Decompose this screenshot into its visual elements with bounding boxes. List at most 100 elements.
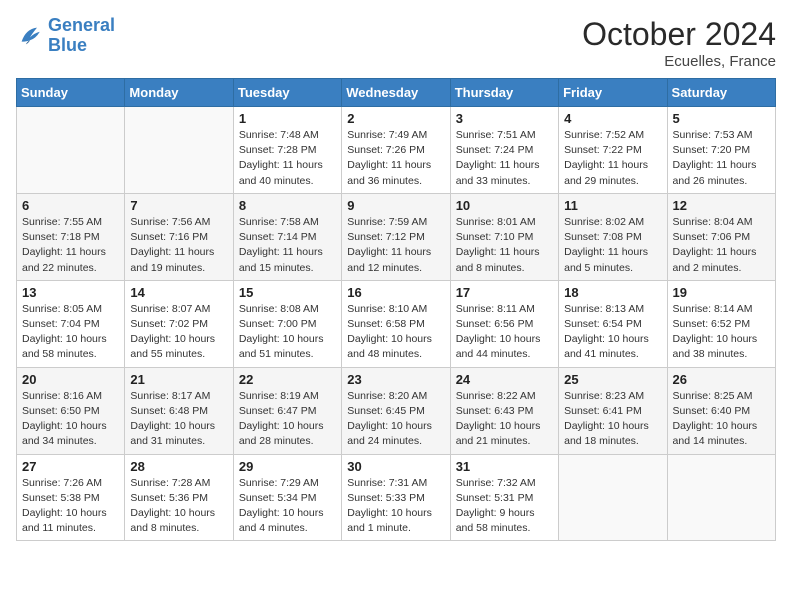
weekday-header-tuesday: Tuesday xyxy=(233,79,341,107)
week-row-2: 6 Sunrise: 7:55 AM Sunset: 7:18 PM Daylig… xyxy=(17,193,776,280)
day-info: Sunrise: 8:14 AM Sunset: 6:52 PM Dayligh… xyxy=(673,302,770,363)
day-info: Sunrise: 7:26 AM Sunset: 5:38 PM Dayligh… xyxy=(22,476,119,537)
calendar-cell xyxy=(667,454,775,541)
calendar-cell: 6 Sunrise: 7:55 AM Sunset: 7:18 PM Daylig… xyxy=(17,193,125,280)
calendar-cell: 26 Sunrise: 8:25 AM Sunset: 6:40 PM Dayli… xyxy=(667,367,775,454)
calendar-cell: 2 Sunrise: 7:49 AM Sunset: 7:26 PM Daylig… xyxy=(342,107,450,194)
day-info: Sunrise: 7:55 AM Sunset: 7:18 PM Dayligh… xyxy=(22,215,119,276)
day-number: 22 xyxy=(239,372,336,387)
day-info: Sunrise: 8:17 AM Sunset: 6:48 PM Dayligh… xyxy=(130,389,227,450)
day-info: Sunrise: 8:05 AM Sunset: 7:04 PM Dayligh… xyxy=(22,302,119,363)
day-number: 31 xyxy=(456,459,553,474)
weekday-header-saturday: Saturday xyxy=(667,79,775,107)
calendar-cell: 15 Sunrise: 8:08 AM Sunset: 7:00 PM Dayli… xyxy=(233,280,341,367)
calendar-cell: 13 Sunrise: 8:05 AM Sunset: 7:04 PM Dayli… xyxy=(17,280,125,367)
calendar-cell xyxy=(125,107,233,194)
day-number: 12 xyxy=(673,198,770,213)
day-info: Sunrise: 8:01 AM Sunset: 7:10 PM Dayligh… xyxy=(456,215,553,276)
day-number: 7 xyxy=(130,198,227,213)
day-number: 19 xyxy=(673,285,770,300)
calendar-cell: 31 Sunrise: 7:32 AM Sunset: 5:31 PM Dayli… xyxy=(450,454,558,541)
day-info: Sunrise: 8:16 AM Sunset: 6:50 PM Dayligh… xyxy=(22,389,119,450)
day-number: 13 xyxy=(22,285,119,300)
calendar-cell: 14 Sunrise: 8:07 AM Sunset: 7:02 PM Dayli… xyxy=(125,280,233,367)
weekday-header-sunday: Sunday xyxy=(17,79,125,107)
logo-icon xyxy=(16,22,44,50)
day-number: 2 xyxy=(347,111,444,126)
calendar-cell: 3Sunrise: 7:51 AM Sunset: 7:24 PM Daylig… xyxy=(450,107,558,194)
day-number: 21 xyxy=(130,372,227,387)
day-number: 15 xyxy=(239,285,336,300)
day-number: 9 xyxy=(347,198,444,213)
day-number: 24 xyxy=(456,372,553,387)
calendar-cell: 25 Sunrise: 8:23 AM Sunset: 6:41 PM Dayli… xyxy=(559,367,667,454)
calendar-cell: 28 Sunrise: 7:28 AM Sunset: 5:36 PM Dayli… xyxy=(125,454,233,541)
day-info: Sunrise: 7:51 AM Sunset: 7:24 PM Dayligh… xyxy=(456,128,553,189)
title-area: October 2024 Ecuelles, France xyxy=(582,16,776,70)
calendar-cell: 1 Sunrise: 7:48 AM Sunset: 7:28 PM Daylig… xyxy=(233,107,341,194)
day-info: Sunrise: 8:02 AM Sunset: 7:08 PM Dayligh… xyxy=(564,215,661,276)
day-info: Sunrise: 8:19 AM Sunset: 6:47 PM Dayligh… xyxy=(239,389,336,450)
weekday-header-row: SundayMondayTuesdayWednesdayThursdayFrid… xyxy=(17,79,776,107)
day-info: Sunrise: 8:25 AM Sunset: 6:40 PM Dayligh… xyxy=(673,389,770,450)
day-number: 14 xyxy=(130,285,227,300)
calendar-cell: 19 Sunrise: 8:14 AM Sunset: 6:52 PM Dayli… xyxy=(667,280,775,367)
day-number: 6 xyxy=(22,198,119,213)
day-number: 17 xyxy=(456,285,553,300)
weekday-header-wednesday: Wednesday xyxy=(342,79,450,107)
day-number: 30 xyxy=(347,459,444,474)
day-number: 8 xyxy=(239,198,336,213)
weekday-header-monday: Monday xyxy=(125,79,233,107)
day-number: 18 xyxy=(564,285,661,300)
calendar-cell xyxy=(17,107,125,194)
calendar-cell: 23Sunrise: 8:20 AM Sunset: 6:45 PM Dayli… xyxy=(342,367,450,454)
calendar-cell: 21 Sunrise: 8:17 AM Sunset: 6:48 PM Dayli… xyxy=(125,367,233,454)
day-number: 26 xyxy=(673,372,770,387)
calendar-cell: 8 Sunrise: 7:58 AM Sunset: 7:14 PM Daylig… xyxy=(233,193,341,280)
day-number: 4 xyxy=(564,111,661,126)
calendar-cell: 30 Sunrise: 7:31 AM Sunset: 5:33 PM Dayli… xyxy=(342,454,450,541)
day-info: Sunrise: 7:32 AM Sunset: 5:31 PM Dayligh… xyxy=(456,476,553,537)
day-info: Sunrise: 8:22 AM Sunset: 6:43 PM Dayligh… xyxy=(456,389,553,450)
day-info: Sunrise: 7:56 AM Sunset: 7:16 PM Dayligh… xyxy=(130,215,227,276)
day-info: Sunrise: 7:58 AM Sunset: 7:14 PM Dayligh… xyxy=(239,215,336,276)
day-info: Sunrise: 8:07 AM Sunset: 7:02 PM Dayligh… xyxy=(130,302,227,363)
calendar-cell: 22 Sunrise: 8:19 AM Sunset: 6:47 PM Dayli… xyxy=(233,367,341,454)
calendar-table: SundayMondayTuesdayWednesdayThursdayFrid… xyxy=(16,78,776,541)
day-number: 16 xyxy=(347,285,444,300)
day-info: Sunrise: 7:53 AM Sunset: 7:20 PM Dayligh… xyxy=(673,128,770,189)
calendar-cell: 9 Sunrise: 7:59 AM Sunset: 7:12 PM Daylig… xyxy=(342,193,450,280)
calendar-cell: 10 Sunrise: 8:01 AM Sunset: 7:10 PM Dayli… xyxy=(450,193,558,280)
calendar-cell: 16Sunrise: 8:10 AM Sunset: 6:58 PM Dayli… xyxy=(342,280,450,367)
week-row-4: 20 Sunrise: 8:16 AM Sunset: 6:50 PM Dayli… xyxy=(17,367,776,454)
day-info: Sunrise: 7:48 AM Sunset: 7:28 PM Dayligh… xyxy=(239,128,336,189)
calendar-cell: 4Sunrise: 7:52 AM Sunset: 7:22 PM Daylig… xyxy=(559,107,667,194)
day-info: Sunrise: 7:31 AM Sunset: 5:33 PM Dayligh… xyxy=(347,476,444,537)
day-number: 25 xyxy=(564,372,661,387)
calendar-cell: 20 Sunrise: 8:16 AM Sunset: 6:50 PM Dayli… xyxy=(17,367,125,454)
day-info: Sunrise: 8:08 AM Sunset: 7:00 PM Dayligh… xyxy=(239,302,336,363)
day-number: 1 xyxy=(239,111,336,126)
day-number: 29 xyxy=(239,459,336,474)
day-info: Sunrise: 7:59 AM Sunset: 7:12 PM Dayligh… xyxy=(347,215,444,276)
calendar-cell: 7 Sunrise: 7:56 AM Sunset: 7:16 PM Daylig… xyxy=(125,193,233,280)
calendar-cell: 24 Sunrise: 8:22 AM Sunset: 6:43 PM Dayli… xyxy=(450,367,558,454)
day-info: Sunrise: 8:23 AM Sunset: 6:41 PM Dayligh… xyxy=(564,389,661,450)
day-info: Sunrise: 8:20 AM Sunset: 6:45 PM Dayligh… xyxy=(347,389,444,450)
day-info: Sunrise: 7:29 AM Sunset: 5:34 PM Dayligh… xyxy=(239,476,336,537)
calendar-cell: 29 Sunrise: 7:29 AM Sunset: 5:34 PM Dayli… xyxy=(233,454,341,541)
month-title: October 2024 xyxy=(582,16,776,53)
logo-text: General Blue xyxy=(48,16,115,56)
day-number: 27 xyxy=(22,459,119,474)
calendar-cell: 5Sunrise: 7:53 AM Sunset: 7:20 PM Daylig… xyxy=(667,107,775,194)
day-info: Sunrise: 8:04 AM Sunset: 7:06 PM Dayligh… xyxy=(673,215,770,276)
day-info: Sunrise: 7:28 AM Sunset: 5:36 PM Dayligh… xyxy=(130,476,227,537)
logo: General Blue xyxy=(16,16,115,56)
week-row-1: 1 Sunrise: 7:48 AM Sunset: 7:28 PM Daylig… xyxy=(17,107,776,194)
calendar-cell xyxy=(559,454,667,541)
day-number: 10 xyxy=(456,198,553,213)
day-number: 11 xyxy=(564,198,661,213)
day-info: Sunrise: 7:49 AM Sunset: 7:26 PM Dayligh… xyxy=(347,128,444,189)
day-number: 28 xyxy=(130,459,227,474)
day-number: 20 xyxy=(22,372,119,387)
